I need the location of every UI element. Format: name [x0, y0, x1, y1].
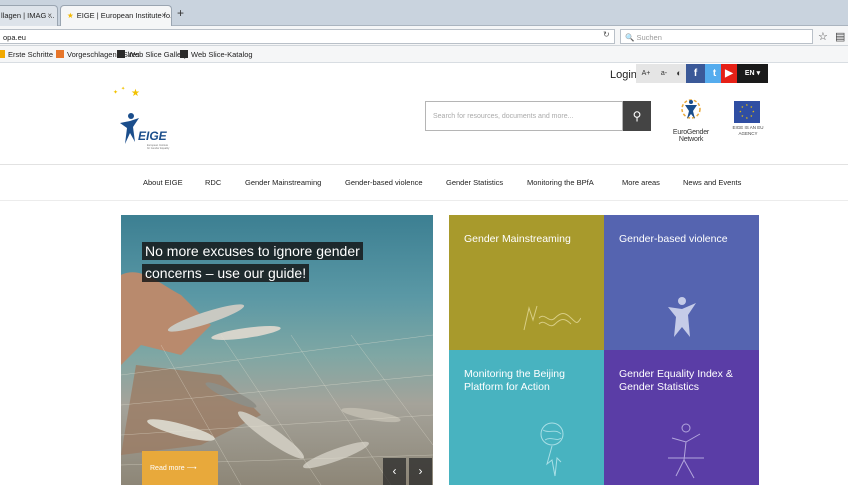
bookmark-icon	[56, 50, 64, 58]
font-decrease-button[interactable]: a-	[656, 64, 672, 83]
nav-item-rdc[interactable]: RDC	[205, 178, 221, 187]
tile-gender-mainstreaming[interactable]: Gender Mainstreaming	[449, 215, 604, 350]
svg-text:★: ★	[746, 103, 749, 107]
bookmark-star-icon[interactable]: ☆	[818, 30, 828, 43]
svg-text:★: ★	[741, 114, 744, 118]
url-text: opa.eu	[3, 33, 26, 42]
browser-toolbar: opa.eu ↻ 🔍 Suchen ☆ ▤	[0, 26, 848, 46]
svg-text:★: ★	[739, 110, 742, 114]
eige-favicon-icon: ★	[67, 11, 74, 20]
bookmark-item[interactable]: Web Slice Gallery	[117, 50, 187, 59]
bookmark-icon	[0, 50, 5, 58]
bookmark-label: Web Slice Gallery	[128, 50, 188, 59]
bookmark-item[interactable]: Erste Schritte	[0, 50, 53, 59]
svg-text:✦: ✦	[113, 89, 118, 96]
nav-item-gender-mainstreaming[interactable]: Gender Mainstreaming	[245, 178, 321, 187]
language-select[interactable]: EN ▾	[737, 64, 768, 83]
eu-flag-icon: ★ ★ ★ ★ ★ ★ ★ ★	[734, 101, 760, 123]
bookmark-item[interactable]: Web Slice-Katalog	[180, 50, 253, 59]
nav-item-more-areas[interactable]: More areas	[622, 178, 660, 187]
nav-item-news-events[interactable]: News and Events	[683, 178, 741, 187]
close-tab-icon[interactable]: ×	[161, 11, 166, 20]
site-search-placeholder: Search for resources, documents and more…	[433, 113, 574, 120]
svg-text:✦: ✦	[121, 86, 125, 92]
eurogender-network-link[interactable]: EuroGender Network	[663, 97, 719, 143]
tile-title: Gender-based violence	[619, 233, 728, 245]
tile-title: Gender Equality Index & Gender Statistic…	[619, 368, 733, 393]
nav-item-monitoring-bpfa[interactable]: Monitoring the BPfA	[527, 178, 594, 187]
bookmark-label: Erste Schritte	[8, 50, 54, 59]
eu-agency-label: EIGE IS AN EU AGENCY	[732, 125, 764, 136]
search-button[interactable]: ⚲	[623, 101, 651, 131]
nav-item-gender-based-violence[interactable]: Gender-based violence	[345, 178, 423, 187]
new-tab-icon[interactable]: +	[177, 6, 184, 20]
nav-item-gender-statistics[interactable]: Gender Statistics	[446, 178, 503, 187]
browser-tab-inactive[interactable]: llagen | IMAG ... ×	[0, 5, 58, 26]
header-divider	[0, 164, 848, 165]
search-icon: ⚲	[632, 109, 642, 123]
search-placeholder: Suchen	[636, 33, 662, 42]
read-more-button[interactable]: Read more ⟶	[142, 451, 218, 485]
logo-wordmark: EIGE	[138, 129, 168, 143]
address-bar[interactable]: opa.eu	[0, 29, 615, 44]
hero-headline-text: No more excuses to ignore gender concern…	[142, 242, 363, 282]
bookmarks-toolbar: Erste Schritte Vorgeschlagene Sites Web …	[0, 46, 848, 63]
eurogender-icon	[681, 99, 701, 119]
browser-tab-active[interactable]: ★ EIGE | European Institute fo... ×	[60, 5, 172, 26]
svg-text:★: ★	[131, 88, 140, 99]
chevron-left-icon: ‹	[392, 464, 397, 478]
hero-headline: No more excuses to ignore gender concern…	[142, 240, 404, 284]
close-tab-icon[interactable]: ×	[47, 11, 52, 20]
browser-search-input[interactable]: 🔍 Suchen	[620, 29, 813, 44]
svg-text:★: ★	[750, 105, 753, 109]
tab-title: EIGE | European Institute fo...	[76, 11, 172, 20]
youtube-icon[interactable]: ▶	[721, 64, 737, 83]
eurogender-label: EuroGender Network	[672, 129, 710, 143]
bookmark-label: Web Slice-Katalog	[191, 50, 253, 59]
tab-strip: llagen | IMAG ... × ★ EIGE | European Ins…	[0, 0, 848, 26]
facebook-icon[interactable]: f	[686, 64, 705, 83]
contrast-button[interactable]: ◐	[672, 64, 686, 83]
tile-monitoring-beijing-platform[interactable]: Monitoring the Beijing Platform for Acti…	[449, 350, 604, 485]
tile-gender-equality-index[interactable]: Gender Equality Index & Gender Statistic…	[604, 350, 759, 485]
globe-figure-icon	[540, 422, 564, 477]
index-figure-icon	[668, 423, 704, 479]
svg-text:★: ★	[741, 105, 744, 109]
svg-text:★: ★	[750, 114, 753, 118]
slider-prev-button[interactable]: ‹	[383, 458, 406, 485]
language-label: EN	[744, 70, 755, 77]
slider-next-button[interactable]: ›	[409, 458, 432, 485]
svg-text:★: ★	[752, 110, 755, 114]
eige-logo[interactable]: ✦ ✦ ★ EIGE European Institute for Gender…	[113, 84, 193, 154]
nav-item-about-eige[interactable]: About EIGE	[143, 178, 183, 187]
font-increase-button[interactable]: A+	[636, 64, 656, 83]
eige-logo-graphic: ✦ ✦ ★ EIGE European Institute for Gender…	[113, 86, 170, 150]
reload-icon[interactable]: ↻	[603, 30, 610, 39]
web-slice-icon	[117, 50, 125, 58]
nav-divider	[0, 200, 848, 201]
svg-text:for Gender Equality: for Gender Equality	[147, 146, 170, 150]
bookmarks-list-icon[interactable]: ▤	[835, 30, 845, 43]
tile-title: Monitoring the Beijing Platform for Acti…	[464, 368, 565, 393]
tile-gender-based-violence[interactable]: Gender-based violence	[604, 215, 759, 350]
chevron-right-icon: ›	[418, 464, 423, 478]
tile-title: Gender Mainstreaming	[464, 233, 571, 245]
web-slice-icon	[180, 50, 188, 58]
login-link[interactable]: Login	[610, 69, 637, 81]
site-search-input[interactable]: Search for resources, documents and more…	[425, 101, 623, 131]
svg-text:★: ★	[746, 116, 749, 120]
violence-icon	[668, 297, 696, 337]
mainstreaming-icon	[523, 305, 581, 331]
